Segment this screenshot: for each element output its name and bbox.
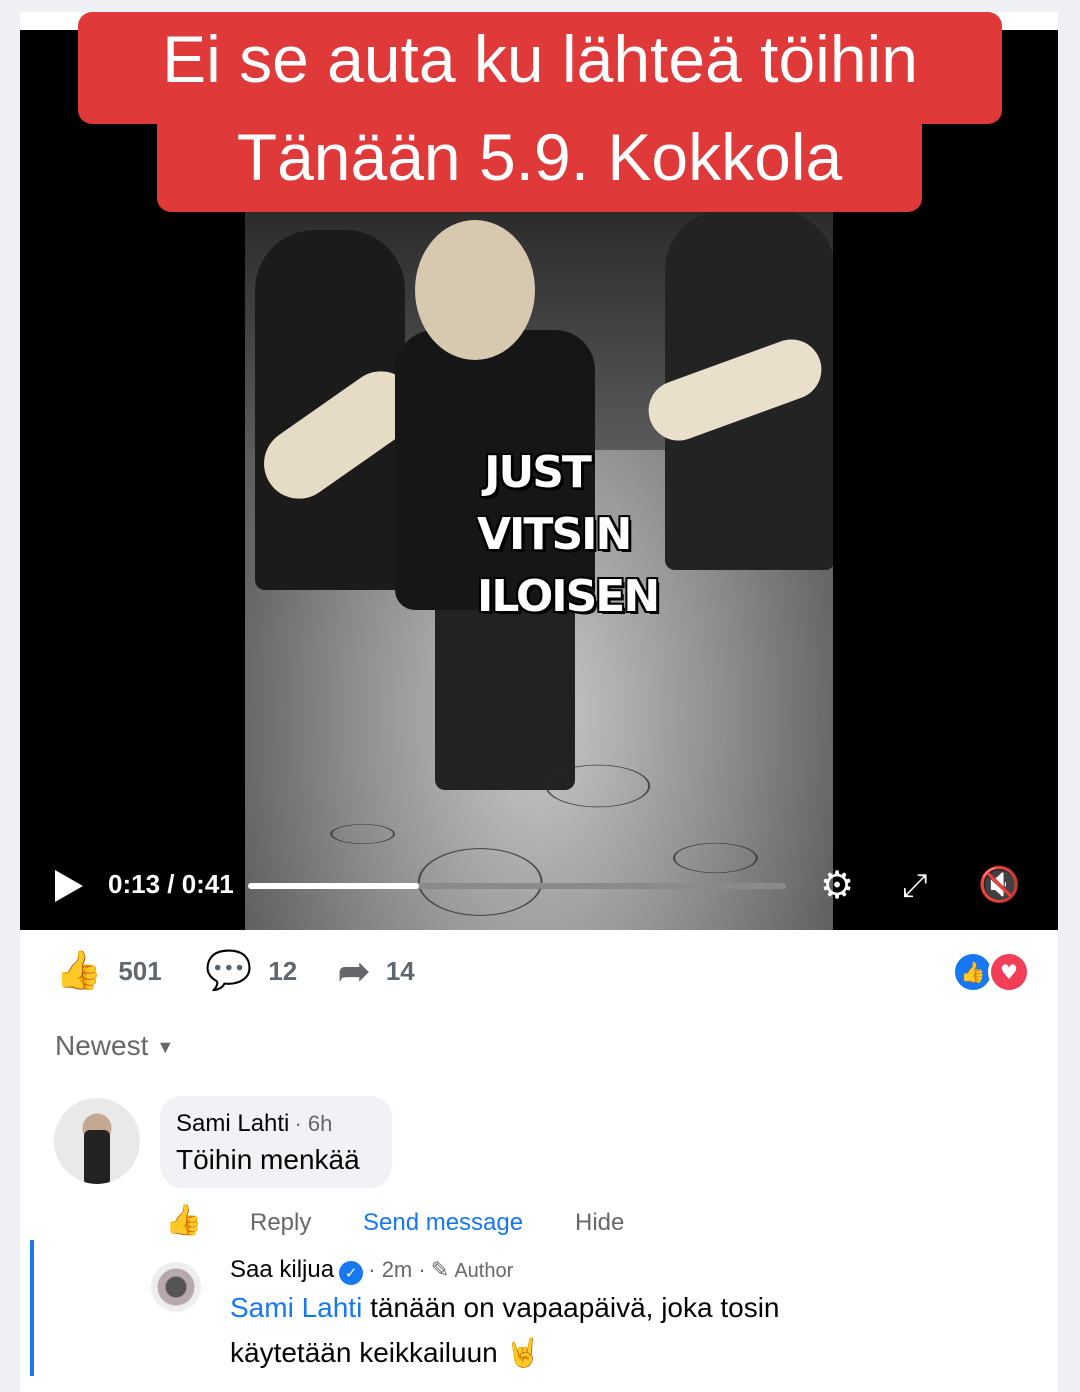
thumbs-up-icon: 👍 [55, 950, 103, 992]
banner-line-1: Ei se auta ku lähteä töihin [78, 12, 1002, 124]
mute-icon[interactable]: 🔇 [978, 861, 1020, 909]
comment-button[interactable]: 💬 12 [205, 949, 297, 993]
settings-icon[interactable]: ⚙ [820, 861, 854, 909]
progress-fill [248, 883, 419, 889]
author-badge: Author [454, 1260, 514, 1282]
caption-line-3: ILOISEN [477, 571, 660, 622]
like-button[interactable]: 👍 501 [55, 949, 162, 993]
love-reaction-icon: ♥ [988, 951, 1030, 993]
video-caption: JUST VITSIN ILOISEN [477, 442, 660, 628]
avatar[interactable] [54, 1098, 140, 1184]
share-icon: ➦ [338, 951, 370, 993]
pencil-icon: ✎ [430, 1257, 450, 1282]
banner-line-2: Tänään 5.9. Kokkola [157, 110, 922, 212]
caret-down-icon: ▼ [156, 1037, 175, 1058]
comment-sort-dropdown[interactable]: Newest ▼ [55, 1030, 174, 1062]
reply-text-line-2: käytetään keikkailuun 🤘 [230, 1337, 541, 1368]
reply-author[interactable]: Saa kiljua [230, 1256, 334, 1283]
caption-line-2: VITSIN [477, 509, 632, 560]
reply-text-line-1: Sami Lahti tänään on vapaapäivä, joka to… [230, 1292, 780, 1324]
share-button[interactable]: ➦ 14 [338, 949, 415, 994]
reply-text: tänään on vapaapäivä, joka tosin [362, 1292, 780, 1323]
hide-button[interactable]: Hide [575, 1209, 624, 1237]
send-message-button[interactable]: Send message [363, 1209, 523, 1237]
caption-line-1: JUST [484, 447, 592, 498]
comment-author[interactable]: Sami Lahti [176, 1110, 289, 1137]
comment-icon: 💬 [205, 950, 253, 992]
reply-thread-line [30, 1240, 34, 1376]
video-controls: 0:13 / 0:41 ⚙ ⤢ 🔇 [20, 855, 1058, 915]
comment-bubble: Sami Lahti · 6h Töihin menkää [160, 1096, 392, 1188]
verified-icon: ✓ [339, 1260, 364, 1285]
avatar[interactable] [151, 1262, 201, 1312]
post-stats: 👍 501 💬 12 ➦ 14 👍 ♥ [20, 945, 1058, 1001]
progress-bar[interactable] [248, 883, 786, 889]
playback-time: 0:13 / 0:41 [108, 869, 234, 899]
sort-label: Newest [55, 1030, 149, 1061]
mention-link[interactable]: Sami Lahti [230, 1292, 362, 1323]
play-icon[interactable] [55, 870, 83, 902]
like-count: 501 [118, 955, 162, 986]
comment-time[interactable]: · 6h [294, 1111, 332, 1136]
fullscreen-icon[interactable]: ⤢ [902, 861, 928, 909]
video-frame: JUST VITSIN ILOISEN [245, 210, 833, 930]
share-count: 14 [385, 956, 415, 986]
reply-header: Saa kiljua ✓ · 2m · ✎ Author [230, 1256, 513, 1285]
like-comment-icon[interactable]: 👍 [165, 1203, 202, 1238]
comment-text: Töihin menkää [176, 1144, 360, 1175]
comment-count: 12 [268, 955, 298, 986]
reply-time[interactable]: · 2m · [368, 1257, 425, 1282]
reply-button[interactable]: Reply [250, 1209, 311, 1237]
